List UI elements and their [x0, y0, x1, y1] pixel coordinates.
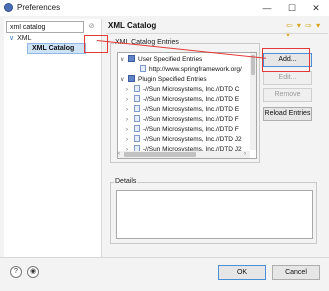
close-button[interactable]: ✕ — [304, 1, 328, 15]
filter-input[interactable] — [6, 21, 84, 33]
twisty-icon[interactable]: ∨ — [120, 56, 128, 65]
tree-row-label: -//Sun Microsystems, Inc.//DTD E — [143, 106, 240, 113]
help-icon[interactable]: ? — [10, 266, 22, 278]
clear-filter-icon[interactable]: ⊘ — [86, 22, 97, 32]
reload-entries-button[interactable]: Reload Entries — [263, 107, 312, 121]
tree-item-label: XML — [17, 35, 32, 42]
tree-row[interactable]: › -//Sun Microsystems, Inc.//DTD E — [126, 105, 239, 114]
app-icon — [4, 3, 13, 12]
tree-row[interactable]: › -//Sun Microsystems, Inc.//DTD F — [126, 125, 239, 134]
chevron-down-icon[interactable]: ∨ — [9, 35, 14, 42]
details-text-area — [116, 190, 313, 239]
annotation-box-tree — [84, 35, 108, 53]
scroll-right-icon[interactable]: › — [244, 151, 246, 157]
twisty-icon[interactable]: › — [126, 136, 134, 145]
twisty-icon[interactable]: › — [126, 126, 134, 135]
catalog-entry-icon — [134, 115, 140, 122]
window-title: Preferences — [17, 3, 61, 12]
twisty-icon[interactable]: › — [126, 106, 134, 115]
remove-button[interactable]: Remove — [263, 88, 312, 102]
tree-item-xml-catalog[interactable]: XML Catalog — [27, 43, 86, 54]
tree-row[interactable]: › -//Sun Microsystems, Inc.//DTD F — [126, 115, 239, 124]
twisty-icon[interactable]: › — [126, 86, 134, 95]
tree-row[interactable]: › -//Sun Microsystems, Inc.//DTD C — [126, 85, 239, 94]
tree-row-label: -//Sun Microsystems, Inc.//DTD J2 — [143, 136, 242, 143]
catalog-entry-icon — [134, 135, 140, 142]
maximize-button[interactable]: ☐ — [280, 1, 304, 15]
horizontal-scroll-thumb[interactable] — [124, 152, 196, 157]
import-export-icon[interactable]: ◉ — [27, 266, 39, 278]
details-label: Details — [114, 178, 138, 185]
catalog-entry-icon — [140, 65, 146, 72]
tree-row-label: -//Sun Microsystems, Inc.//DTD C — [143, 86, 240, 93]
tree-row-label: -//Sun Microsystems, Inc.//DTD E — [143, 96, 240, 103]
footer-divider — [0, 257, 329, 258]
annotation-box-add — [262, 48, 310, 72]
tree-row[interactable]: ∨ Plugin Specified Entries — [120, 75, 207, 84]
tree-row-label: User Specified Entries — [138, 56, 203, 63]
edit-button[interactable]: Edit... — [263, 71, 312, 85]
page-title: XML Catalog — [108, 21, 157, 30]
tree-row[interactable]: › -//Sun Microsystems, Inc.//DTD E — [126, 95, 239, 104]
header-divider — [106, 33, 328, 34]
ok-button[interactable]: OK — [218, 265, 266, 280]
history-nav-icon[interactable]: ⇦ ▾ ⇨ ▾ ▾ — [286, 21, 329, 39]
folder-icon — [128, 55, 135, 62]
twisty-icon[interactable]: ∨ — [120, 76, 128, 85]
tree-row-label: http://www.springframework.org/ — [149, 66, 242, 73]
tree-row-label: -//Sun Microsystems, Inc.//DTD F — [143, 116, 239, 123]
right-edge — [320, 16, 329, 291]
vertical-scroll-thumb[interactable] — [251, 55, 255, 75]
twisty-icon[interactable]: › — [126, 96, 134, 105]
tree-row-label: -//Sun Microsystems, Inc.//DTD F — [143, 126, 239, 133]
preferences-tree-pane — [4, 19, 102, 257]
twisty-icon[interactable]: › — [126, 116, 134, 125]
tree-row[interactable]: http://www.springframework.org/ — [132, 65, 242, 74]
folder-icon — [128, 75, 135, 82]
catalog-entry-icon — [134, 85, 140, 92]
catalog-entry-icon — [134, 125, 140, 132]
tree-item-xml[interactable]: ∨ XML — [9, 34, 32, 42]
scroll-left-icon[interactable]: ‹ — [118, 151, 120, 157]
minimize-button[interactable]: — — [255, 1, 279, 15]
tree-row[interactable]: ∨ User Specified Entries — [120, 55, 202, 64]
catalog-entry-icon — [134, 95, 140, 102]
catalog-entry-icon — [134, 105, 140, 112]
cancel-button[interactable]: Cancel — [272, 265, 320, 280]
tree-row-label: Plugin Specified Entries — [138, 76, 207, 83]
catalog-entries-tree[interactable]: ∨ User Specified Entries http://www.spring… — [117, 52, 257, 159]
tree-row[interactable]: › -//Sun Microsystems, Inc.//DTD J2 — [126, 135, 242, 144]
